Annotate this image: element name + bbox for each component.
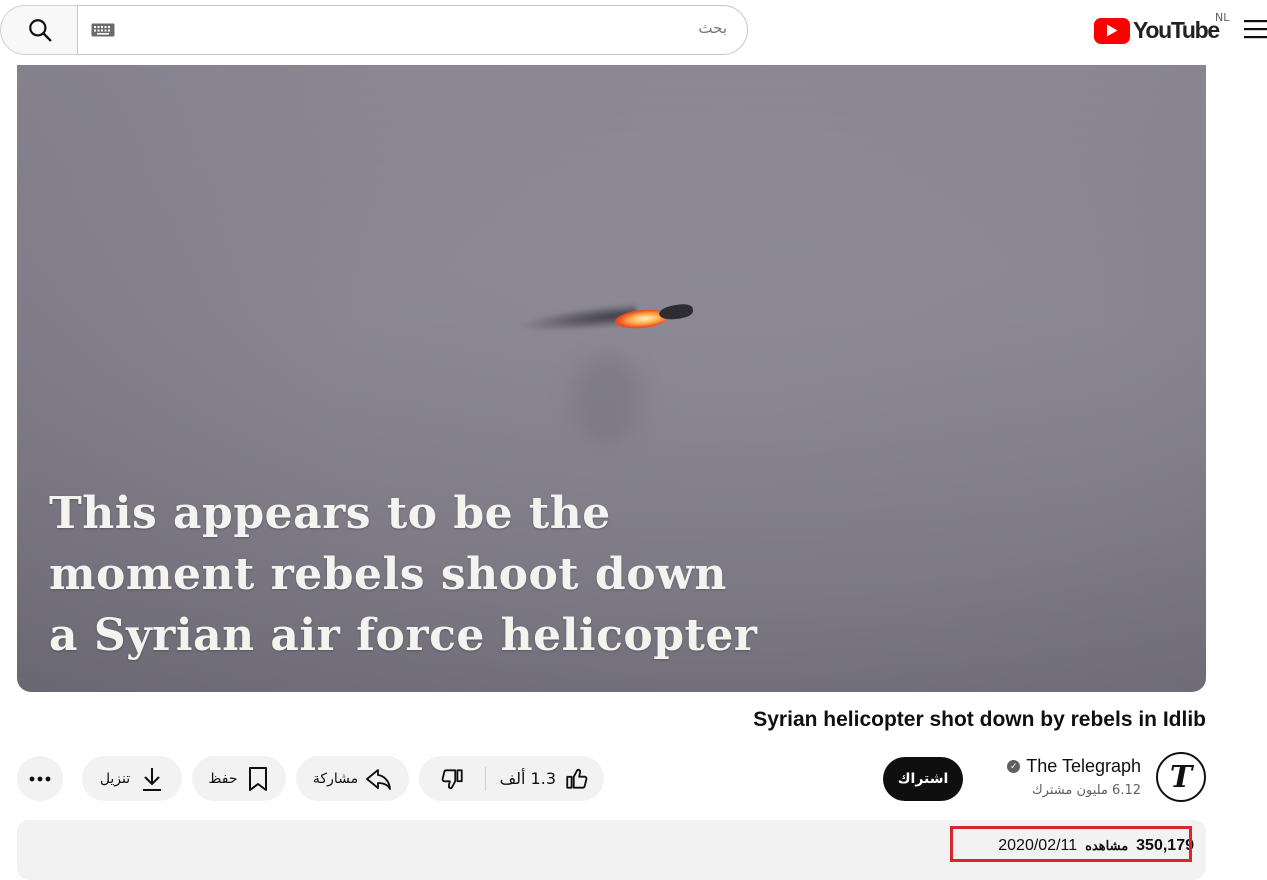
- thumbs-down-icon: [441, 768, 463, 789]
- more-horizontal-icon: [29, 776, 51, 781]
- caption-line: a Syrian air force helicopter: [49, 610, 758, 661]
- country-code: NL: [1215, 11, 1230, 24]
- channel-name: The Telegraph: [1026, 756, 1141, 776]
- caption-line: moment rebels shoot down: [49, 549, 727, 600]
- share-button[interactable]: مشاركة: [296, 756, 409, 801]
- logo-text: YouTube: [1133, 17, 1220, 43]
- save-label: حفظ: [208, 770, 238, 787]
- search-placeholder: بحث: [698, 19, 727, 37]
- like-button[interactable]: 1.3 ألف: [486, 756, 604, 801]
- hamburger-menu-icon[interactable]: [1244, 19, 1267, 39]
- youtube-logo[interactable]: YouTube: [1094, 17, 1220, 44]
- avatar-letter: T: [1169, 759, 1193, 795]
- like-count: 1.3 ألف: [499, 769, 556, 788]
- video-caption: This appears to be the moment rebels sho…: [49, 483, 809, 666]
- keyboard-icon[interactable]: [91, 23, 115, 37]
- channel-avatar[interactable]: T: [1156, 752, 1206, 802]
- search-button[interactable]: [0, 5, 78, 55]
- subscriber-count: 6.12 مليون مشترك: [1031, 783, 1141, 798]
- bookmark-icon: [248, 766, 267, 791]
- like-dislike-group: 1.3 ألف: [419, 756, 604, 801]
- video-title: Syrian helicopter shot down by rebels in…: [753, 708, 1206, 731]
- share-icon: [366, 768, 391, 790]
- thumbs-up-icon: [566, 768, 588, 789]
- verified-check-icon: ✓: [1007, 760, 1021, 773]
- search-icon: [28, 19, 51, 42]
- search-input[interactable]: بحث: [77, 5, 748, 55]
- caption-line: This appears to be the: [49, 488, 611, 539]
- dislike-button[interactable]: [419, 756, 485, 801]
- share-label: مشاركة: [312, 770, 359, 787]
- video-frame-haze: [572, 355, 642, 445]
- channel-name-row[interactable]: ✓ The Telegraph: [1007, 756, 1141, 777]
- download-label: تنزيل: [99, 770, 131, 787]
- divider: [485, 767, 486, 791]
- highlight-box: [950, 826, 1192, 862]
- more-actions-button[interactable]: [17, 756, 63, 801]
- download-button[interactable]: تنزيل: [82, 756, 182, 801]
- save-button[interactable]: حفظ: [192, 756, 286, 801]
- download-icon: [143, 767, 162, 791]
- play-icon: [1094, 17, 1130, 44]
- video-player[interactable]: This appears to be the moment rebels sho…: [17, 65, 1206, 692]
- subscribe-button[interactable]: اشتراك: [883, 757, 963, 801]
